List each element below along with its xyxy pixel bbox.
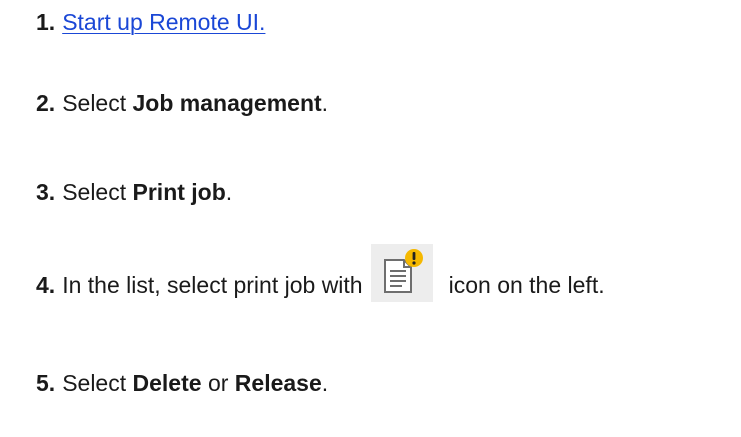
step-text: Select Job management. (62, 89, 328, 117)
step-4: 4. In the list, select print job with ic… (36, 244, 605, 314)
step-number: 1. (36, 9, 56, 35)
step-2: 2. Select Job management. (36, 89, 328, 117)
instruction-steps: 1. Start up Remote UI. 2. Select Job man… (36, 0, 736, 437)
step-3: 3. Select Print job. (36, 178, 232, 206)
step-text-prefix: In the list, select print job with (62, 272, 363, 298)
step-text: Select Delete or Release. (62, 369, 328, 397)
step-text-prefix: Select (62, 179, 133, 205)
step-text-middle: or (201, 370, 235, 396)
step-5: 5. Select Delete or Release. (36, 369, 328, 397)
start-remote-ui-link[interactable]: Start up Remote UI. (62, 8, 265, 36)
step-number: 5. (36, 370, 56, 396)
step-text-suffix: icon on the left. (448, 272, 605, 298)
print-job-warning-icon (370, 244, 433, 302)
step-number: 4. (36, 272, 56, 298)
step-text-prefix: Select (62, 90, 133, 116)
print-job-label: Print job (132, 179, 226, 205)
delete-label: Delete (132, 370, 202, 396)
step-text: Select Print job. (62, 178, 232, 206)
step-text-suffix: . (321, 90, 329, 116)
step-1: 1. Start up Remote UI. (36, 8, 265, 36)
release-label: Release (234, 370, 322, 396)
step-number: 2. (36, 90, 56, 116)
step-text-suffix: . (321, 370, 329, 396)
job-management-label: Job management (132, 90, 322, 116)
step-text-suffix: . (225, 179, 233, 205)
step-text-prefix: Select (62, 370, 133, 396)
step-number: 3. (36, 179, 56, 205)
